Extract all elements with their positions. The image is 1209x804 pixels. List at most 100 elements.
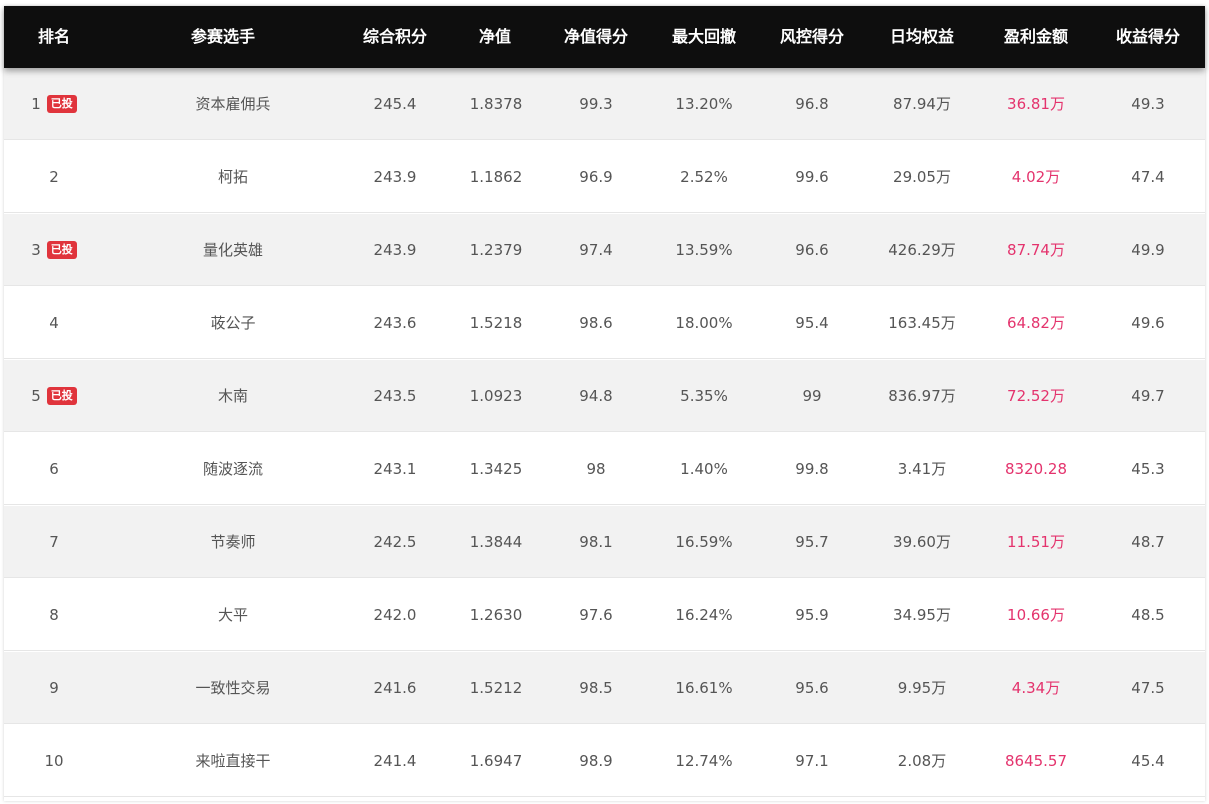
cell-risk-score: 96.8 — [795, 95, 829, 113]
table-row[interactable]: 1 已投 资本雇佣兵 245.4 1.8378 99.3 13.20% 96.8 87.94万 3… — [4, 68, 1205, 140]
cell-return-score: 49.6 — [1131, 314, 1165, 332]
cell-max-drawdown: 16.59% — [675, 533, 733, 551]
cell-return-score: 47.5 — [1131, 679, 1165, 697]
cell-nav: 1.6947 — [469, 752, 523, 770]
table-row[interactable]: 9 一致性交易 241.6 1.5212 98.5 16.61% 95.6 9.95万 4.34… — [4, 652, 1205, 724]
cell-risk-score: 95.9 — [795, 606, 829, 624]
table-row[interactable]: 3 已投 量化英雄 243.9 1.2379 97.4 13.59% 96.6 426.29万 8… — [4, 214, 1205, 286]
cell-return-score: 48.5 — [1131, 606, 1165, 624]
cell-return-score: 48.7 — [1131, 533, 1165, 551]
cell-max-drawdown: 1.40% — [680, 460, 728, 478]
cell-daily-equity: 39.60万 — [893, 533, 951, 551]
cell-rank: 8 — [4, 579, 104, 651]
cell-return-score: 45.4 — [1131, 752, 1165, 770]
cell-max-drawdown: 13.59% — [675, 241, 733, 259]
cell-nav: 1.5212 — [469, 679, 523, 697]
header-score[interactable]: 综合积分 — [363, 6, 427, 68]
cell-risk-score: 99 — [802, 387, 822, 405]
rank-number: 10 — [44, 752, 64, 770]
cell-daily-equity: 87.94万 — [893, 95, 951, 113]
cell-profit: 4.34万 — [1011, 679, 1061, 697]
rank-number: 4 — [49, 314, 59, 332]
cell-profit: 36.81万 — [1007, 95, 1065, 113]
invested-badge: 已投 — [46, 387, 77, 405]
cell-risk-score: 99.6 — [795, 168, 829, 186]
cell-rank: 4 — [4, 287, 104, 359]
cell-nav: 1.3425 — [469, 460, 523, 478]
cell-score: 243.1 — [373, 460, 417, 478]
ranking-table: 排名 参赛选手 综合积分 净值 净值得分 最大回撤 风控得分 日均权益 盈利金额… — [4, 6, 1205, 801]
table-row[interactable]: 4 荍公子 243.6 1.5218 98.6 18.00% 95.4 163.45万 64.8… — [4, 287, 1205, 359]
cell-daily-equity: 163.45万 — [888, 314, 956, 332]
cell-daily-equity: 3.41万 — [897, 460, 947, 478]
cell-nav: 1.8378 — [469, 95, 523, 113]
cell-max-drawdown: 18.00% — [675, 314, 733, 332]
table-row[interactable]: 5 已投 木南 243.5 1.0923 94.8 5.35% 99 836.97万 72.52万… — [4, 360, 1205, 432]
header-nav-score[interactable]: 净值得分 — [564, 6, 628, 68]
cell-return-score: 49.9 — [1131, 241, 1165, 259]
cell-nav-score: 94.8 — [579, 387, 613, 405]
cell-profit: 64.82万 — [1007, 314, 1065, 332]
cell-score: 242.0 — [373, 606, 417, 624]
cell-nav: 1.2630 — [469, 606, 523, 624]
rank-number: 9 — [49, 679, 59, 697]
rank-number: 6 — [49, 460, 59, 478]
cell-risk-score: 95.7 — [795, 533, 829, 551]
cell-player: 一致性交易 — [195, 679, 271, 697]
cell-nav-score: 99.3 — [579, 95, 613, 113]
cell-risk-score: 95.6 — [795, 679, 829, 697]
cell-max-drawdown: 16.61% — [675, 679, 733, 697]
cell-score: 243.9 — [373, 241, 417, 259]
cell-return-score: 45.3 — [1131, 460, 1165, 478]
cell-rank: 1 已投 — [4, 68, 104, 140]
cell-max-drawdown: 2.52% — [680, 168, 728, 186]
cell-player: 大平 — [217, 606, 249, 624]
cell-profit: 8645.57 — [1004, 752, 1068, 770]
cell-daily-equity: 2.08万 — [897, 752, 947, 770]
invested-badge: 已投 — [46, 241, 77, 259]
cell-return-score: 49.3 — [1131, 95, 1165, 113]
cell-nav-score: 98.1 — [579, 533, 613, 551]
cell-score: 242.5 — [373, 533, 417, 551]
header-rank[interactable]: 排名 — [38, 6, 70, 68]
cell-player: 荍公子 — [210, 314, 256, 332]
header-daily-equity[interactable]: 日均权益 — [890, 6, 954, 68]
cell-daily-equity: 29.05万 — [893, 168, 951, 186]
cell-profit: 4.02万 — [1011, 168, 1061, 186]
cell-profit: 10.66万 — [1007, 606, 1065, 624]
cell-return-score: 47.4 — [1131, 168, 1165, 186]
cell-nav-score: 98.5 — [579, 679, 613, 697]
table-row[interactable]: 7 节奏师 242.5 1.3844 98.1 16.59% 95.7 39.60万 11.51… — [4, 506, 1205, 578]
table-row[interactable]: 8 大平 242.0 1.2630 97.6 16.24% 95.9 34.95万 10.66万… — [4, 579, 1205, 651]
cell-risk-score: 96.6 — [795, 241, 829, 259]
table-header: 排名 参赛选手 综合积分 净值 净值得分 最大回撤 风控得分 日均权益 盈利金额… — [4, 6, 1205, 68]
cell-player: 节奏师 — [210, 533, 256, 551]
header-max-drawdown[interactable]: 最大回撤 — [672, 6, 736, 68]
table-row[interactable]: 10 来啦直接干 241.4 1.6947 98.9 12.74% 97.1 2.08万 864… — [4, 725, 1205, 797]
cell-player: 来啦直接干 — [195, 752, 271, 770]
header-return-score[interactable]: 收益得分 — [1116, 6, 1180, 68]
header-player[interactable]: 参赛选手 — [191, 6, 255, 68]
header-nav[interactable]: 净值 — [479, 6, 511, 68]
cell-rank: 3 已投 — [4, 214, 104, 286]
header-risk-score[interactable]: 风控得分 — [780, 6, 844, 68]
cell-rank: 9 — [4, 652, 104, 724]
cell-nav-score: 98.9 — [579, 752, 613, 770]
cell-score: 241.6 — [373, 679, 417, 697]
cell-daily-equity: 836.97万 — [888, 387, 956, 405]
rank-number: 5 — [31, 387, 41, 405]
table-row[interactable]: 6 随波逐流 243.1 1.3425 98 1.40% 99.8 3.41万 8320.28 4… — [4, 433, 1205, 505]
cell-return-score: 49.7 — [1131, 387, 1165, 405]
cell-daily-equity: 34.95万 — [893, 606, 951, 624]
cell-nav-score: 96.9 — [579, 168, 613, 186]
cell-nav-score: 98.6 — [579, 314, 613, 332]
table-row[interactable]: 2 柯拓 243.9 1.1862 96.9 2.52% 99.6 29.05万 4.02万 47… — [4, 141, 1205, 213]
cell-score: 243.9 — [373, 168, 417, 186]
rank-number: 7 — [49, 533, 59, 551]
cell-rank: 5 已投 — [4, 360, 104, 432]
cell-rank: 10 — [4, 725, 104, 797]
cell-daily-equity: 426.29万 — [888, 241, 956, 259]
header-profit[interactable]: 盈利金额 — [1004, 6, 1068, 68]
cell-profit: 11.51万 — [1007, 533, 1065, 551]
cell-player: 资本雇佣兵 — [195, 95, 271, 113]
